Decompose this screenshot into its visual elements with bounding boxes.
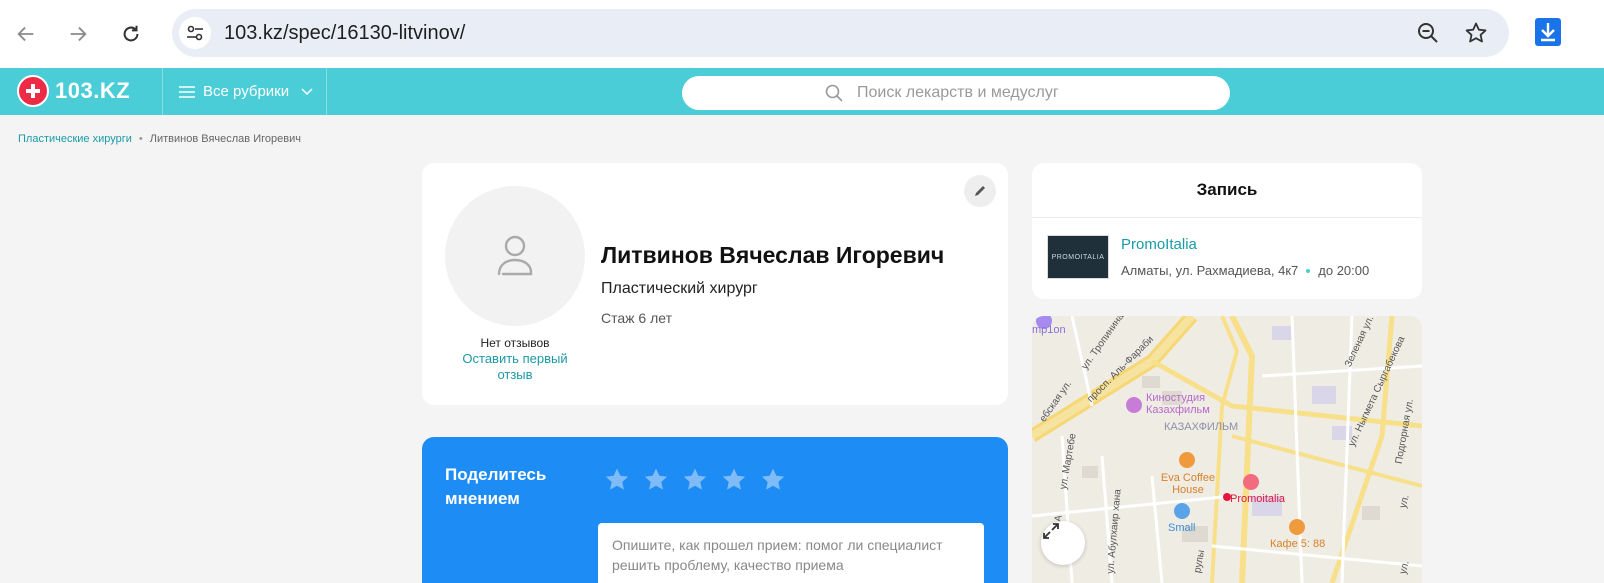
star-rating-1[interactable] [604,467,630,493]
doctor-specialty: Пластический хирург [601,280,758,297]
map-poi-label: Кафе 5: 88 [1270,538,1326,550]
share-opinion-card: Поделитесь мнением Опишите, как прошел п… [422,437,1008,583]
map-poi-label: Promoitalia [1230,493,1286,505]
back-button[interactable] [6,14,46,54]
rating-stars [604,467,799,493]
url-path: /spec/16130-litvinov/ [282,22,466,44]
user-icon [497,235,533,276]
arrow-right-icon [70,26,87,42]
doctor-experience: Стаж 6 лет [601,310,672,326]
map-poi-label: Eva Coffee House [1160,472,1216,496]
map-poi-label: Киностудия Казахфильм [1146,392,1210,416]
menu-icon [179,85,195,98]
map-expand-button[interactable] [1041,521,1085,565]
url-text[interactable]: 103.kz/spec/16130-litvinov/ [224,22,465,45]
download-icon [1535,18,1561,46]
chevron-down-icon [301,87,313,95]
breadcrumb: Пластические хирурги • Литвинов Вячеслав… [18,133,301,145]
booking-card: Запись PROMOITALIA PromoItalia Алматы, у… [1032,163,1422,299]
site-logo[interactable]: 103.KZ [17,75,130,107]
bookmark-button[interactable] [1462,19,1490,47]
map-poi-label: Small [1168,522,1196,534]
forward-button[interactable] [58,14,98,54]
map-poi-label: mp1on [1032,324,1066,336]
booking-title: Запись [1032,163,1422,218]
site-settings-icon[interactable] [179,17,211,49]
doctor-name: Литвинов Вячеслав Игоревич [601,242,945,268]
zoom-button[interactable] [1414,19,1442,47]
download-button[interactable] [1535,18,1561,46]
address-bar[interactable]: 103.kz/spec/16130-litvinov/ [172,9,1509,57]
breadcrumb-separator: • [138,133,143,145]
map[interactable]: просп. Аль-Фараби ул. Тропинина ул. Март… [1032,316,1422,583]
logo-cross-icon [17,75,49,107]
star-rating-4[interactable] [721,467,747,493]
star-icon [1465,22,1487,43]
reload-button[interactable] [111,14,151,54]
arrow-left-icon [17,26,34,42]
search-input[interactable] [857,84,1087,102]
star-rating-5[interactable] [760,467,786,493]
clinic-name-link[interactable]: PromoItalia [1121,236,1197,253]
star-rating-2[interactable] [643,467,669,493]
logo-text: 103.KZ [55,78,131,103]
url-host: 103.kz [224,22,283,44]
all-rubrics-menu[interactable]: Все рубрики [162,68,327,115]
browser-toolbar: 103.kz/spec/16130-litvinov/ [0,0,1604,68]
avatar [445,186,585,326]
doctor-profile-card: Нет отзывов Оставить первый отзыв Литвин… [422,163,1008,405]
zoom-out-icon [1418,23,1438,43]
reviews-status: Нет отзывов [480,336,550,350]
site-header: 103.KZ Все рубрики [0,68,1604,115]
clinic-address: Алматы, ул. Рахмадиева, 4к7 до 20:00 [1121,263,1369,278]
breadcrumb-link-plastic-surgeons[interactable]: Пластические хирурги [18,133,132,145]
star-rating-3[interactable] [682,467,708,493]
leave-first-review-link[interactable]: Оставить первый отзыв [455,351,575,383]
share-title: Поделитесь мнением [445,465,547,508]
clinic-address-text: Алматы, ул. Рахмадиева, 4к7 [1121,263,1299,278]
map-district-label: КАЗАХФИЛЬМ [1164,421,1239,433]
review-textarea[interactable]: Опишите, как прошел прием: помог ли спец… [598,523,984,583]
search-box[interactable] [682,76,1230,110]
expand-icon [1043,523,1059,539]
separator-dot [1306,268,1311,273]
search-icon [825,84,843,102]
reload-icon [123,25,139,42]
clinic-logo[interactable]: PROMOITALIA [1047,235,1109,279]
breadcrumb-current: Литвинов Вячеслав Игоревич [149,133,301,145]
rubrics-label: Все рубрики [203,83,290,100]
clinic-hours: до 20:00 [1318,263,1370,278]
edit-button[interactable] [964,175,996,207]
pencil-icon [975,186,985,196]
